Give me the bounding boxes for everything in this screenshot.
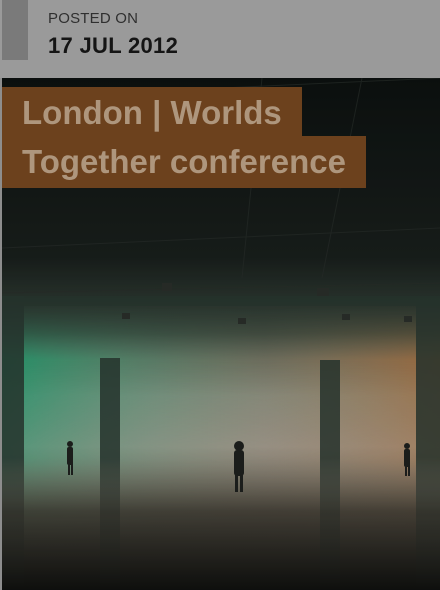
posted-on-label: POSTED ON xyxy=(48,10,139,27)
article-title-line-1[interactable]: London | Worlds xyxy=(2,87,302,139)
post-date: 17 JUL 2012 xyxy=(48,33,179,58)
accent-bar xyxy=(2,0,28,60)
article-title-line-2[interactable]: Together conference xyxy=(2,136,366,188)
post-meta-header: POSTED ON 17 JUL 2012 xyxy=(0,0,440,78)
article-card[interactable]: London | Worlds Together conference xyxy=(2,78,440,590)
